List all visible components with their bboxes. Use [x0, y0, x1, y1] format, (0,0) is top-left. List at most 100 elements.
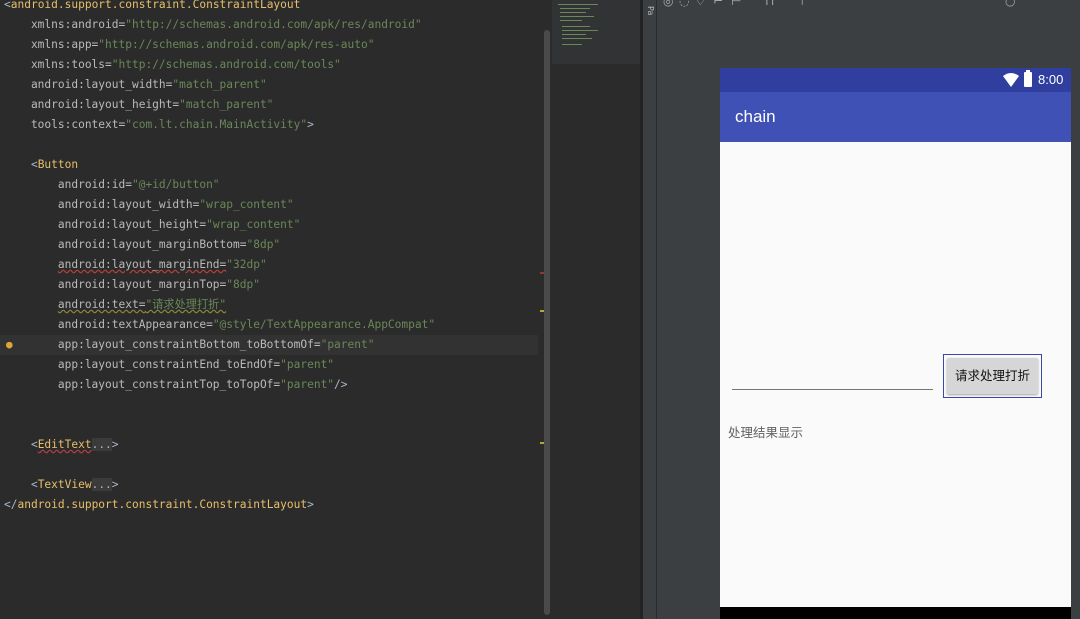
editor-scrollbar[interactable] [544, 30, 550, 615]
code-token: "@style/TextAppearance.AppCompat" [212, 318, 436, 331]
battery-icon [1024, 70, 1032, 87]
app-title: chain [735, 107, 776, 126]
code-line[interactable]: app:layout_constraintTop_toTopOf="parent… [0, 375, 548, 395]
guideline-icon[interactable]: ⊤ [797, 0, 807, 8]
code-line[interactable]: xmlns:app="http://schemas.android.com/ap… [0, 35, 548, 55]
code-token: "8dp" [226, 278, 260, 291]
code-line[interactable] [0, 135, 548, 155]
code-line[interactable]: android:layout_height="match_parent" [0, 95, 548, 115]
code-token: android:layout_marginTop= [4, 278, 227, 291]
code-line[interactable]: app:layout_constraintEnd_toEndOf="parent… [0, 355, 548, 375]
code-token: app:layout_constraintTop_toTopOf= [4, 378, 281, 391]
code-line[interactable] [0, 415, 548, 435]
code-line[interactable]: android:layout_width="match_parent" [0, 75, 548, 95]
code-token: android:layout_width= [4, 198, 200, 211]
minimap-line [562, 38, 592, 39]
minimap-line [562, 34, 586, 35]
design-toolbar: ◎ ◌ ♢ ⌐ ⊢ ⊓ ⊤ ○ [657, 0, 1080, 10]
code-line[interactable]: android:id="@+id/button" [0, 175, 548, 195]
lightbulb-icon[interactable]: ● [6, 338, 18, 352]
request-discount-button[interactable]: 请求处理打折 [947, 358, 1038, 394]
code-line[interactable] [0, 455, 548, 475]
code-token: "http://schemas.android.com/apk/res-auto… [98, 38, 375, 51]
status-clock: 8:00 [1038, 72, 1064, 87]
edit-text-field[interactable] [732, 362, 933, 390]
code-token: xmlns:tools= [4, 58, 112, 71]
code-token: "请求处理打折" [145, 298, 227, 311]
navigation-bar [720, 607, 1071, 619]
zoom-icon[interactable]: ○ [1005, 0, 1015, 8]
code-token: android:layout_width= [4, 78, 173, 91]
minimap-line [562, 44, 582, 45]
code-token: app:layout_constraintBottom_toBottomOf= [4, 338, 321, 351]
palette-side-tab[interactable]: Pa [643, 0, 657, 619]
code-line[interactable] [0, 395, 548, 415]
code-token: > [111, 478, 119, 491]
code-token: app:layout_constraintEnd_toEndOf= [4, 358, 281, 371]
code-token: "match_parent" [179, 98, 274, 111]
code-token: "http://schemas.android.com/apk/res/andr… [125, 18, 422, 31]
code-token: "wrap_content" [199, 198, 294, 211]
code-token: "32dp" [226, 258, 267, 271]
code-line[interactable]: <android.support.constraint.ConstraintLa… [0, 0, 548, 15]
code-line[interactable]: </android.support.constraint.ConstraintL… [0, 495, 548, 515]
code-token: android:text= [57, 298, 146, 311]
code-line[interactable]: <TextView...> [0, 475, 548, 495]
code-line[interactable]: android:layout_marginTop="8dp" [0, 275, 548, 295]
code-token: </ [4, 498, 18, 511]
minimap-line [562, 30, 598, 31]
minimap-line [560, 16, 594, 17]
selected-button-outline[interactable]: 请求处理打折 [943, 354, 1042, 398]
minimap-line [560, 12, 586, 13]
editor-split-panel [552, 64, 640, 619]
code-token: android.support.constraint.ConstraintLay… [17, 498, 308, 511]
align-icon[interactable]: ⊢ [731, 0, 741, 8]
code-line[interactable]: tools:context="com.lt.chain.MainActivity… [0, 115, 548, 135]
code-token: android:id= [4, 178, 132, 191]
result-text-view[interactable]: 处理结果显示 [728, 424, 803, 442]
minimap-line [560, 8, 590, 9]
orientation-icon[interactable]: ◌ [679, 0, 689, 8]
code-line[interactable]: xmlns:tools="http://schemas.android.com/… [0, 55, 548, 75]
code-token: < [4, 438, 38, 451]
magnet-icon[interactable]: ⌐ [713, 0, 723, 8]
code-token: "com.lt.chain.MainActivity" [125, 118, 308, 131]
palette-tab-label: Pa [646, 6, 655, 16]
code-token: xmlns:android= [4, 18, 126, 31]
code-token: xmlns:app= [4, 38, 99, 51]
code-token: "parent" [280, 378, 335, 391]
layout-minimap[interactable] [552, 0, 640, 64]
code-token: Button [37, 158, 79, 171]
code-token: > [307, 118, 314, 131]
code-token: > [307, 498, 314, 511]
code-line[interactable]: android:layout_height="wrap_content" [0, 215, 548, 235]
code-token: TextView [37, 478, 92, 491]
code-line[interactable]: <Button [0, 155, 548, 175]
theme-icon[interactable]: ♢ [695, 0, 706, 8]
phone-preview[interactable]: 8:00 chain 请求处理打折 处理结果显示 [720, 68, 1071, 619]
code-token: "@+id/button" [131, 178, 220, 191]
code-line[interactable]: android:textAppearance="@style/TextAppea… [0, 315, 548, 335]
code-line[interactable]: <EditText...> [0, 435, 548, 455]
code-line[interactable]: xmlns:android="http://schemas.android.co… [0, 15, 548, 35]
app-bar: chain [720, 92, 1071, 142]
wifi-icon [1003, 73, 1019, 87]
code-token: tools:context= [4, 118, 126, 131]
device-icon[interactable]: ◎ [663, 0, 673, 8]
xml-code-editor[interactable]: < android.support.constraint.ConstraintLa… [0, 0, 548, 619]
code-token: android:layout_height= [4, 218, 207, 231]
minimap-line [560, 20, 582, 21]
code-line[interactable]: android:layout_marginEnd="32dp" [0, 255, 548, 275]
code-token: < [4, 478, 38, 491]
code-line[interactable]: android:layout_marginBottom="8dp" [0, 235, 548, 255]
pack-icon[interactable]: ⊓ [765, 0, 774, 8]
code-token: "parent" [320, 338, 375, 351]
code-line[interactable]: app:layout_constraintBottom_toBottomOf="… [0, 335, 548, 355]
code-token: < [4, 0, 11, 11]
minimap-line [558, 4, 598, 5]
code-token: android:layout_marginBottom= [4, 238, 247, 251]
code-line[interactable]: android:text="请求处理打折" [0, 295, 548, 315]
code-line[interactable]: android:layout_width="wrap_content" [0, 195, 548, 215]
